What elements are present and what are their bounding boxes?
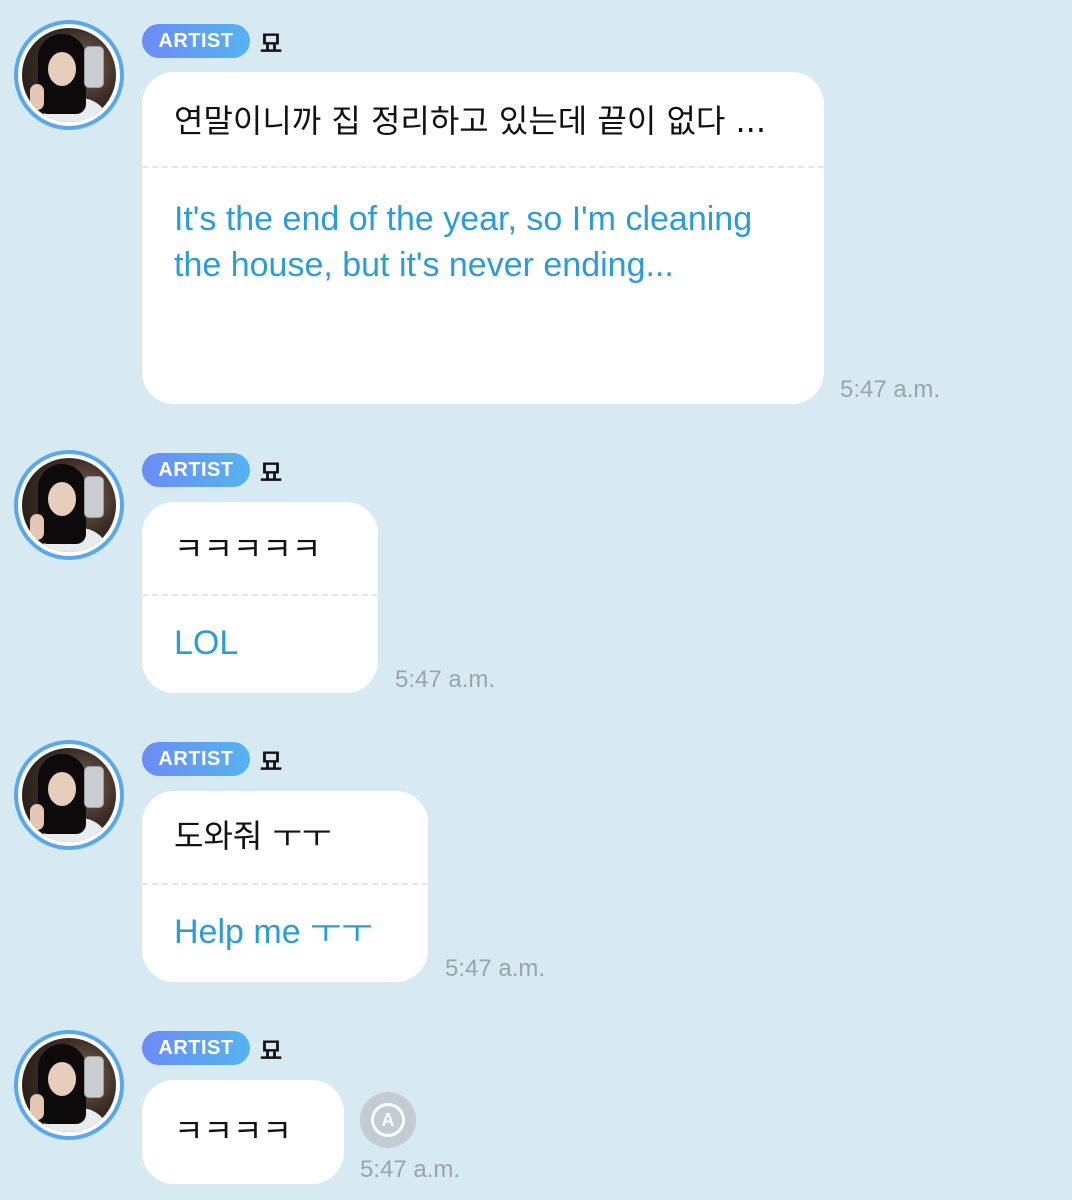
artist-badge: ARTIST (142, 24, 250, 58)
message-bubble[interactable]: ㅋㅋㅋㅋ (142, 1080, 344, 1184)
translated-text: Help me ㅜㅜ (174, 913, 373, 951)
original-text: ㅋㅋㅋㅋㅋ (174, 530, 322, 568)
sender-name[interactable]: 묘 (260, 742, 282, 777)
message-timestamp: 5:47 a.m. (395, 666, 496, 693)
sender-name[interactable]: 묘 (260, 24, 282, 59)
artist-avatar[interactable] (14, 450, 124, 560)
message-header: ARTIST 묘 (142, 1031, 282, 1065)
artist-badge: ARTIST (142, 1031, 250, 1065)
artist-avatar[interactable] (14, 740, 124, 850)
original-text: 도와줘 ㅜㅜ (174, 817, 332, 855)
message-bubble[interactable]: 도와줘 ㅜㅜ Help me ㅜㅜ (142, 791, 428, 982)
message-timestamp: 5:47 a.m. (445, 955, 546, 982)
original-text: ㅋㅋㅋㅋ (174, 1112, 292, 1150)
message-header: ARTIST 묘 (142, 742, 282, 776)
translate-icon: A (371, 1103, 405, 1137)
avatar-photo (22, 748, 116, 842)
sender-name[interactable]: 묘 (260, 453, 282, 488)
message-bubble[interactable]: ㅋㅋㅋㅋㅋ LOL (142, 502, 378, 693)
message-timestamp: 5:47 a.m. (840, 376, 941, 403)
translated-text: It's the end of the year, so I'm cleanin… (174, 200, 753, 284)
artist-badge: ARTIST (142, 742, 250, 776)
original-text: 연말이니까 집 정리하고 있는데 끝이 없다 ... (174, 102, 767, 140)
artist-avatar[interactable] (14, 20, 124, 130)
translated-text: LOL (174, 624, 239, 662)
message-header: ARTIST 묘 (142, 453, 282, 487)
avatar-photo (22, 1038, 116, 1132)
artist-badge: ARTIST (142, 453, 250, 487)
avatar-photo (22, 28, 116, 122)
avatar-photo (22, 458, 116, 552)
sender-name[interactable]: 묘 (260, 1031, 282, 1066)
message-bubble[interactable]: 연말이니까 집 정리하고 있는데 끝이 없다 ... It's the end … (142, 72, 824, 404)
message-header: ARTIST 묘 (142, 24, 282, 58)
translate-button[interactable]: A (360, 1092, 416, 1148)
artist-avatar[interactable] (14, 1030, 124, 1140)
message-timestamp: 5:47 a.m. (360, 1156, 461, 1183)
